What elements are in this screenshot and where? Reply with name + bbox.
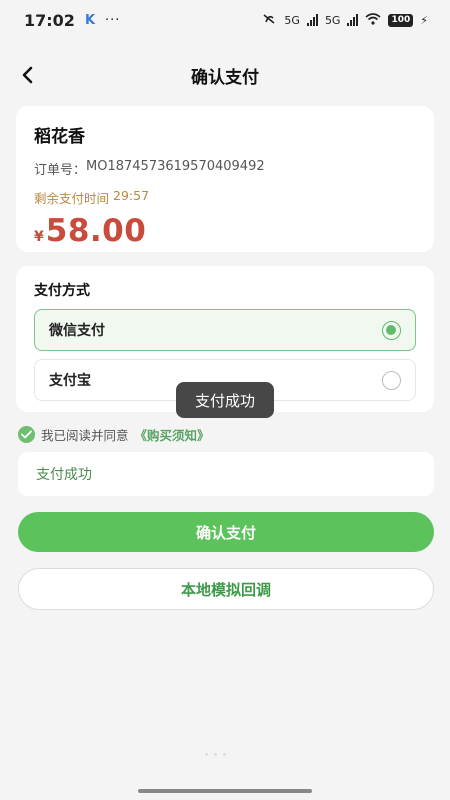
status-time: 17:02 (24, 10, 75, 30)
payment-countdown: 剩余支付时间 29:57 (34, 188, 416, 207)
agreement-text: 我已阅读并同意 (41, 427, 129, 443)
network-type-1: 5G (284, 13, 300, 27)
price-amount: 58.00 (45, 213, 147, 249)
page-title: 确认支付 (191, 67, 259, 88)
radio-unselected-icon[interactable] (382, 370, 401, 390)
signal-icon (347, 14, 359, 26)
mute-icon (261, 12, 277, 29)
order-price: ¥ 58.00 (34, 213, 416, 249)
battery-icon: 100 (388, 13, 414, 27)
page-header: 确认支付 (0, 55, 450, 95)
page-indicator-dots (205, 753, 226, 756)
payment-result-text: 支付成功 (36, 467, 92, 483)
agreement-row: 我已阅读并同意 《购买须知》 (18, 424, 210, 444)
more-notifications-icon: ··· (105, 12, 121, 28)
checkmark-icon[interactable] (18, 425, 35, 443)
status-right: 5G 5G 100 ⚡ (261, 12, 428, 29)
purchase-notice-link[interactable]: 《购买须知》 (135, 425, 210, 444)
radio-selected-icon[interactable] (382, 320, 401, 340)
countdown-value: 29:57 (113, 188, 150, 203)
order-number-label: 订单号： (34, 163, 87, 178)
payment-method-heading: 支付方式 (34, 283, 90, 299)
charging-icon: ⚡ (420, 13, 428, 27)
network-type-2: 5G (324, 13, 341, 27)
wifi-icon (365, 12, 381, 28)
toast-message: 支付成功 (176, 382, 274, 418)
payment-page: 17:02 K ··· 5G 5G 100 ⚡ 确认支付 稻花香 订单号： MO… (0, 0, 450, 800)
order-number: MO1874573619570409492 (86, 159, 265, 174)
confirm-payment-button[interactable]: 确认支付 (18, 512, 434, 552)
status-left: 17:02 K ··· (24, 11, 120, 30)
home-indicator[interactable] (138, 789, 312, 793)
currency-symbol: ¥ (34, 229, 44, 245)
back-arrow-icon[interactable] (14, 61, 42, 89)
order-summary-card: 稻花香 订单号： MO1874573619570409492 剩余支付时间 29… (16, 106, 434, 252)
mock-callback-button[interactable]: 本地模拟回调 (18, 568, 434, 610)
countdown-label: 剩余支付时间 (34, 191, 110, 206)
payment-option-label: 微信支付 (49, 323, 105, 339)
status-bar: 17:02 K ··· 5G 5G 100 ⚡ (0, 0, 450, 40)
payment-result-card: 支付成功 (18, 452, 434, 496)
app-badge-icon: K (84, 12, 96, 28)
payment-option-wechat[interactable]: 微信支付 (34, 309, 416, 351)
product-name: 稻花香 (34, 127, 85, 147)
payment-option-label: 支付宝 (49, 373, 91, 389)
order-number-row: 订单号： MO1874573619570409492 (34, 159, 416, 178)
signal-icon (306, 14, 318, 26)
